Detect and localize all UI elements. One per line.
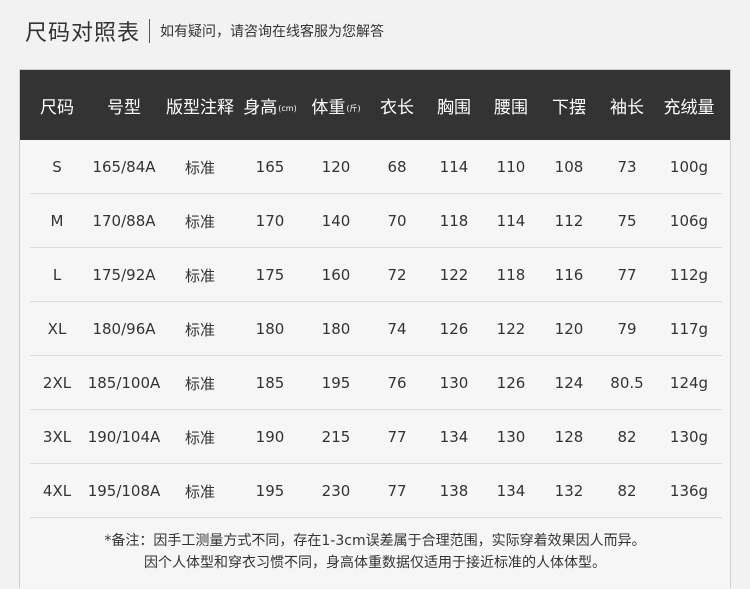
header-cell: 充绒量: [649, 70, 729, 140]
table-cell: 112g: [669, 266, 709, 284]
table-cell: 124g: [669, 374, 709, 392]
header-unit: (cm): [278, 103, 297, 113]
title-divider: [149, 19, 151, 43]
header-label: 尺码: [40, 97, 74, 118]
header-label: 衣长: [380, 97, 414, 118]
header-cell: 号型: [84, 70, 164, 140]
table-cell: 117g: [669, 320, 709, 338]
header-label: 号型: [107, 97, 141, 118]
header-cell: 版型注释: [160, 70, 240, 140]
table-row: S 165/84A 标准 165 120 68 114 110 108 73 100g: [30, 140, 722, 194]
note-line-1: *备注：因手工测量方式不同，存在1-3cm误差属于合理范围，实际穿着效果因人而异…: [104, 533, 646, 549]
table-cell: 170/88A: [92, 212, 156, 230]
table-cell: 标准: [184, 428, 215, 447]
table-cell: 185/100A: [87, 374, 161, 392]
table-row: 3XL 190/104A 标准 190 215 77 134 130 128 82 130g: [30, 410, 722, 464]
table-cell: 180/96A: [92, 320, 156, 338]
table-row: M 170/88A 标准 170 140 70 118 114 112 75 106g: [30, 194, 722, 248]
table-cell: 100g: [669, 158, 709, 176]
header-label: 版型注释: [166, 97, 234, 118]
header-label: 胸围: [437, 97, 471, 118]
size-chart-table: 尺码 号型 版型注释 身高 (cm) 体重 (斤) 衣长 胸围 腰围 下摆 袖长 充绒量 S 165/84…: [19, 69, 731, 588]
table-cell: 190/104A: [87, 428, 161, 446]
table-cell: 标准: [184, 212, 215, 231]
title-row: 尺码对照表 如有疑问，请咨询在线客服为您解答: [25, 14, 384, 48]
table-cell: 195/108A: [87, 482, 161, 500]
header-label: 体重: [311, 97, 346, 118]
header-label: 身高: [243, 97, 278, 118]
table-cell: 标准: [184, 158, 215, 177]
header-label: 充绒量: [663, 97, 715, 118]
header-label: 下摆: [552, 97, 586, 118]
notes: *备注：因手工测量方式不同，存在1-3cm误差属于合理范围，实际穿着效果因人而异…: [20, 530, 730, 574]
table-cell: 标准: [184, 482, 215, 501]
table-cell: 标准: [184, 374, 215, 393]
table-cell: 标准: [184, 320, 215, 339]
table-row: 2XL 185/100A 标准 185 195 76 130 126 124 80.5 124g: [30, 356, 722, 410]
page-subtitle: 如有疑问，请咨询在线客服为您解答: [160, 24, 385, 40]
table-cell: 175/92A: [92, 266, 156, 284]
header-label: 袖长: [610, 97, 644, 118]
table-row: 4XL 195/108A 标准 195 230 77 138 134 132 82 136g: [30, 464, 722, 518]
table-cell: 130g: [669, 428, 709, 446]
table-header: 尺码 号型 版型注释 身高 (cm) 体重 (斤) 衣长 胸围 腰围 下摆 袖长 充绒量: [20, 70, 730, 140]
table-cell: 标准: [184, 266, 215, 285]
table-row: XL 180/96A 标准 180 180 74 126 122 120 79 117g: [30, 302, 722, 356]
header-label: 腰围: [494, 97, 528, 118]
table-row: L 175/92A 标准 175 160 72 122 118 116 77 112g: [30, 248, 722, 302]
table-cell: 106g: [669, 212, 709, 230]
table-cell: 165/84A: [92, 158, 156, 176]
note-line-2: 因个人体型和穿衣习惯不同，身高体重数据仅适用于接近标准的人体体型。: [144, 555, 606, 571]
table-cell: 136g: [669, 482, 709, 500]
page-title: 尺码对照表: [25, 21, 141, 46]
